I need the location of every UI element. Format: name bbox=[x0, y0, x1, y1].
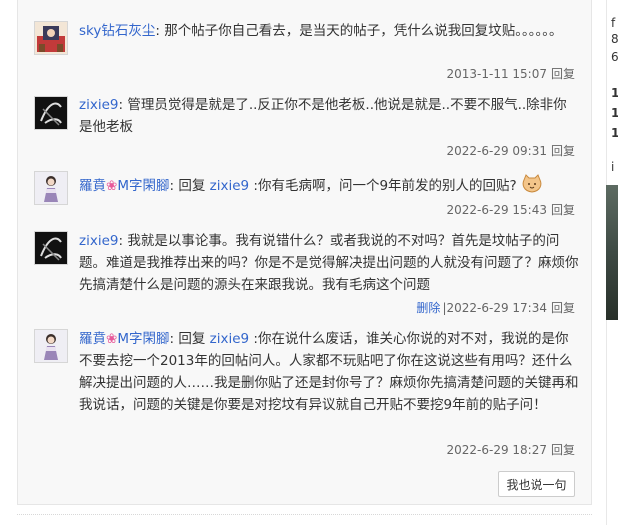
comment-time: 2022-6-29 15:43 bbox=[446, 203, 547, 217]
reply-prefix: 回复 bbox=[178, 331, 206, 347]
comment-meta: 2022-6-29 18:27 回复 bbox=[446, 442, 575, 458]
sidebar-text-fragment: 1 bbox=[611, 106, 618, 120]
comment-time: 2013-1-11 15:07 bbox=[446, 67, 547, 81]
delete-link[interactable]: 删除 bbox=[416, 301, 440, 315]
reply-prefix: 回复 bbox=[178, 178, 206, 194]
author-name-part: M字閑腳 bbox=[117, 178, 170, 194]
sidebar-text-fragment: 1 bbox=[611, 86, 618, 100]
author-name-part: 羅賁 bbox=[79, 331, 106, 347]
author-separator: : bbox=[118, 233, 124, 249]
author-separator: : bbox=[169, 178, 175, 194]
divider bbox=[17, 514, 592, 515]
comment-author-link[interactable]: sky钻石灰尘 bbox=[79, 23, 155, 39]
comment-time: 2022-6-29 18:27 bbox=[446, 443, 547, 457]
comment-text: 羅賁❀M字閑腳: 回复 zixie9 :你在说什么废话，谁关心你说的对不对，我说… bbox=[79, 328, 579, 416]
reply-link[interactable]: 回复 bbox=[551, 443, 575, 457]
cat-face-emoji-icon bbox=[521, 174, 543, 201]
reply-link[interactable]: 回复 bbox=[551, 144, 575, 158]
comment-text: zixie9: 我就是以事论事。我有说错什么？或者我说的不对吗？首先是坟帖子的问… bbox=[79, 230, 579, 296]
sidebar-text-fragment: 8 bbox=[611, 32, 618, 46]
author-separator: : bbox=[155, 23, 160, 39]
avatar[interactable] bbox=[34, 21, 68, 55]
author-name-part: 羅賁 bbox=[79, 178, 106, 194]
comment-body: :你有毛病啊，问一个9年前发的别人的回贴? bbox=[253, 178, 517, 194]
comment-text: sky钻石灰尘: 那个帖子你自己看去，是当天的帖子，凭什么说我回复坟贴。。。。。… bbox=[79, 20, 579, 42]
avatar[interactable] bbox=[34, 96, 68, 130]
comment-author-link[interactable]: 羅賁❀M字閑腳 bbox=[79, 178, 169, 194]
reply-link[interactable]: 回复 bbox=[551, 67, 575, 81]
reply-link[interactable]: 回复 bbox=[551, 203, 575, 217]
comment-author-link[interactable]: zixie9 bbox=[79, 97, 118, 113]
comment-body: 那个帖子你自己看去，是当天的帖子，凭什么说我回复坟贴。。。。。。 bbox=[164, 23, 563, 39]
sidebar-text-fragment: 1 bbox=[611, 126, 618, 140]
comment-author-link[interactable]: zixie9 bbox=[79, 233, 118, 249]
avatar[interactable] bbox=[34, 171, 68, 205]
flower-icon: ❀ bbox=[106, 331, 118, 347]
author-separator: : bbox=[169, 331, 175, 347]
comment-meta: 2022-6-29 09:31 回复 bbox=[446, 143, 575, 159]
comment-meta: 2022-6-29 15:43 回复 bbox=[446, 202, 575, 218]
author-name-part: M字閑腳 bbox=[117, 331, 170, 347]
add-comment-button[interactable]: 我也说一句 bbox=[498, 471, 575, 497]
comment-meta: 删除 |2022-6-29 17:34 回复 bbox=[416, 300, 575, 316]
comment-time: |2022-6-29 17:34 bbox=[442, 301, 547, 315]
sidebar-image-clipped bbox=[606, 185, 618, 320]
comment-body: 管理员觉得是就是了..反正你不是他老板..他说是就是..不要不服气..除非你是他… bbox=[79, 97, 567, 135]
flower-icon: ❀ bbox=[106, 178, 118, 194]
comment-text: 羅賁❀M字閑腳: 回复 zixie9 :你有毛病啊，问一个9年前发的别人的回贴? bbox=[79, 174, 579, 201]
comment-meta: 2013-1-11 15:07 回复 bbox=[446, 66, 575, 82]
sidebar-text-fragment: i bbox=[611, 160, 615, 174]
avatar[interactable] bbox=[34, 329, 68, 363]
reply-to-user-link[interactable]: zixie9 bbox=[210, 331, 249, 347]
comment-body: 我就是以事论事。我有说错什么？或者我说的不对吗？首先是坟帖子的问题。难道是我推荐… bbox=[79, 233, 579, 293]
reply-link[interactable]: 回复 bbox=[551, 301, 575, 315]
sidebar-text-fragment: 6 bbox=[611, 50, 618, 64]
comment-text: zixie9: 管理员觉得是就是了..反正你不是他老板..他说是就是..不要不服… bbox=[79, 94, 579, 138]
reply-to-user-link[interactable]: zixie9 bbox=[210, 178, 249, 194]
comment-author-link[interactable]: 羅賁❀M字閑腳 bbox=[79, 331, 169, 347]
comment-thread: sky钻石灰尘: 那个帖子你自己看去，是当天的帖子，凭什么说我回复坟贴。。。。。… bbox=[17, 0, 592, 505]
author-separator: : bbox=[118, 97, 124, 113]
avatar[interactable] bbox=[34, 231, 68, 265]
comment-time: 2022-6-29 09:31 bbox=[446, 144, 547, 158]
